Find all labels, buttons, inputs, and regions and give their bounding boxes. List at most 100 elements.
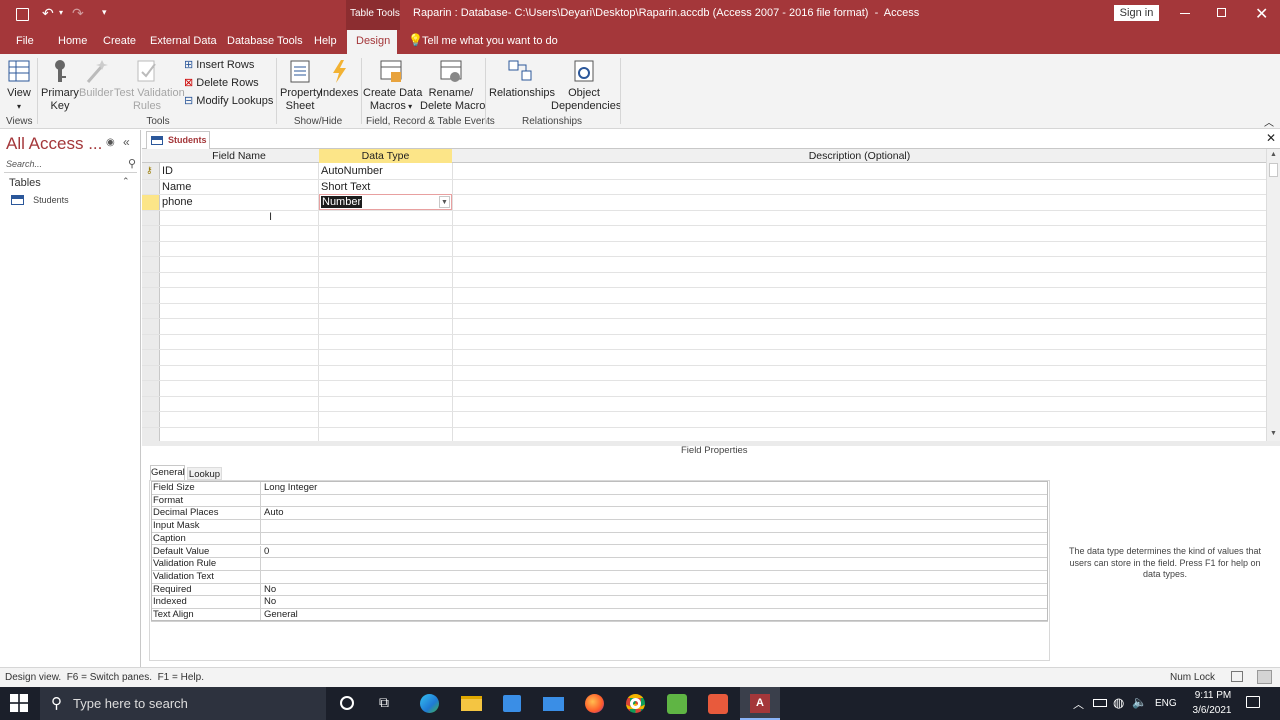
- nav-search-input[interactable]: Search... ⚲: [4, 158, 137, 173]
- property-row[interactable]: Default Value 0: [151, 545, 1048, 559]
- mail-icon[interactable]: [543, 697, 564, 711]
- volume-icon[interactable]: 🔈: [1132, 695, 1147, 709]
- rename-delete-macro-button[interactable]: Rename/Delete Macro: [420, 58, 485, 113]
- doc-tab-students[interactable]: Students: [146, 131, 210, 149]
- design-view-button[interactable]: [1257, 670, 1272, 684]
- file-explorer-icon[interactable]: [461, 696, 482, 711]
- property-value[interactable]: No: [264, 584, 276, 596]
- table-row[interactable]: ⚷ ID AutoNumber: [142, 164, 1266, 180]
- property-value[interactable]: General: [264, 609, 298, 621]
- delete-rows-button[interactable]: ⊠ Delete Rows: [184, 77, 259, 90]
- tab-create[interactable]: Create: [97, 30, 142, 54]
- property-row[interactable]: Decimal Places Auto: [151, 507, 1048, 521]
- header-data-type[interactable]: Data Type: [319, 149, 452, 163]
- empty-grid-row[interactable]: [142, 242, 1266, 257]
- empty-grid-row[interactable]: [142, 304, 1266, 319]
- header-description[interactable]: Description (Optional): [453, 150, 1266, 162]
- tab-help[interactable]: Help: [308, 30, 343, 54]
- vertical-scrollbar[interactable]: ▲ ▼: [1266, 149, 1280, 441]
- property-row[interactable]: Input Mask: [151, 520, 1048, 533]
- empty-grid-row[interactable]: [142, 350, 1266, 366]
- store-icon[interactable]: [503, 695, 521, 712]
- tab-database-tools[interactable]: Database Tools: [221, 30, 309, 54]
- scroll-up-icon[interactable]: ▲: [1270, 151, 1277, 158]
- empty-grid-row[interactable]: [142, 381, 1266, 397]
- task-view-icon[interactable]: ⧉: [379, 694, 389, 711]
- restore-icon[interactable]: [1217, 8, 1226, 17]
- object-dependencies-button[interactable]: Object Dependencies: [551, 58, 621, 113]
- save-icon[interactable]: [16, 8, 29, 21]
- firefox-icon[interactable]: [585, 694, 604, 713]
- indexes-button[interactable]: Indexes: [320, 58, 359, 100]
- collapse-ribbon-icon[interactable]: ︿: [1264, 114, 1274, 129]
- empty-grid-row[interactable]: [142, 397, 1266, 412]
- battery-icon[interactable]: [1093, 699, 1107, 707]
- property-row[interactable]: Text Align General: [151, 609, 1048, 622]
- insert-rows-button[interactable]: ⊞ Insert Rows: [184, 59, 254, 72]
- network-icon[interactable]: ◍: [1113, 695, 1124, 711]
- description-cell[interactable]: [453, 195, 1266, 210]
- language-indicator[interactable]: ENG: [1155, 698, 1177, 709]
- clock-date[interactable]: 3/6/2021: [1186, 705, 1238, 716]
- chevron-down-icon[interactable]: ▼: [439, 196, 450, 208]
- empty-grid-row[interactable]: [142, 211, 1266, 226]
- tab-external-data[interactable]: External Data: [144, 30, 223, 54]
- tell-me-search[interactable]: Tell me what you want to do: [416, 30, 564, 54]
- chrome-icon[interactable]: [626, 694, 645, 713]
- undo-icon[interactable]: ↶: [42, 5, 54, 22]
- access-taskbar-button[interactable]: A: [740, 687, 780, 720]
- notifications-icon[interactable]: [1246, 696, 1260, 708]
- close-icon[interactable]: ✕: [1255, 4, 1268, 24]
- scroll-down-icon[interactable]: ▼: [1270, 430, 1277, 437]
- empty-grid-row[interactable]: [142, 257, 1266, 273]
- field-name-cell[interactable]: phone: [160, 195, 318, 210]
- sign-in-button[interactable]: Sign in: [1114, 5, 1159, 21]
- property-row[interactable]: Indexed No: [151, 596, 1048, 609]
- header-field-name[interactable]: Field Name: [160, 150, 318, 162]
- property-sheet-button[interactable]: Property Sheet: [280, 58, 322, 113]
- property-row[interactable]: Required No: [151, 583, 1048, 597]
- windows-start-icon[interactable]: [10, 694, 28, 712]
- scroll-thumb[interactable]: [1269, 163, 1278, 177]
- property-row[interactable]: Validation Rule: [151, 558, 1048, 571]
- primary-key-button[interactable]: Primary Key: [41, 58, 79, 113]
- description-cell[interactable]: [453, 164, 1266, 179]
- clock-time[interactable]: 9:11 PM: [1190, 690, 1236, 701]
- nav-section-tables[interactable]: Tables: [9, 177, 41, 189]
- data-type-cell[interactable]: AutoNumber: [319, 164, 452, 179]
- datasheet-view-button[interactable]: [1231, 671, 1243, 682]
- table-row[interactable]: Name Short Text: [142, 180, 1266, 195]
- edge-icon[interactable]: [420, 694, 439, 713]
- tab-home[interactable]: Home: [52, 30, 93, 54]
- nav-item-students[interactable]: Students: [11, 194, 69, 208]
- view-button[interactable]: View ▾: [4, 58, 34, 113]
- empty-grid-row[interactable]: [142, 319, 1266, 335]
- data-type-select[interactable]: Number ▼: [319, 194, 452, 210]
- empty-grid-row[interactable]: [142, 288, 1266, 304]
- show-hidden-icons-icon[interactable]: ︿: [1073, 696, 1084, 712]
- property-row[interactable]: Format: [151, 494, 1048, 508]
- property-value[interactable]: 0: [264, 546, 269, 558]
- property-value[interactable]: No: [264, 596, 276, 608]
- nav-title[interactable]: All Access ...: [6, 134, 102, 154]
- empty-grid-row[interactable]: [142, 412, 1266, 428]
- empty-grid-row[interactable]: [142, 226, 1266, 242]
- tab-design[interactable]: Design: [347, 30, 397, 54]
- property-value[interactable]: Long Integer: [264, 482, 317, 494]
- empty-grid-row[interactable]: [142, 273, 1266, 288]
- field-name-cell[interactable]: Name: [160, 180, 318, 195]
- quick-access-customize-icon[interactable]: ▾: [102, 7, 107, 18]
- nav-menu-icon[interactable]: ◉: [106, 137, 115, 148]
- recorder-icon[interactable]: [708, 694, 728, 714]
- shutter-bar-close-icon[interactable]: «: [123, 135, 130, 149]
- taskbar-search[interactable]: ⚲ Type here to search: [40, 687, 326, 720]
- property-row[interactable]: Field Size Long Integer: [151, 482, 1048, 495]
- minimize-icon[interactable]: [1180, 13, 1190, 14]
- data-type-cell[interactable]: Short Text: [319, 180, 452, 195]
- empty-grid-row[interactable]: [142, 366, 1266, 381]
- relationships-button[interactable]: Relationships: [489, 58, 555, 100]
- tab-file[interactable]: File: [10, 30, 40, 54]
- camtasia-icon[interactable]: [667, 694, 687, 714]
- property-row[interactable]: Caption: [151, 532, 1048, 546]
- create-data-macros-button[interactable]: Create Data Macros ▾: [363, 58, 422, 113]
